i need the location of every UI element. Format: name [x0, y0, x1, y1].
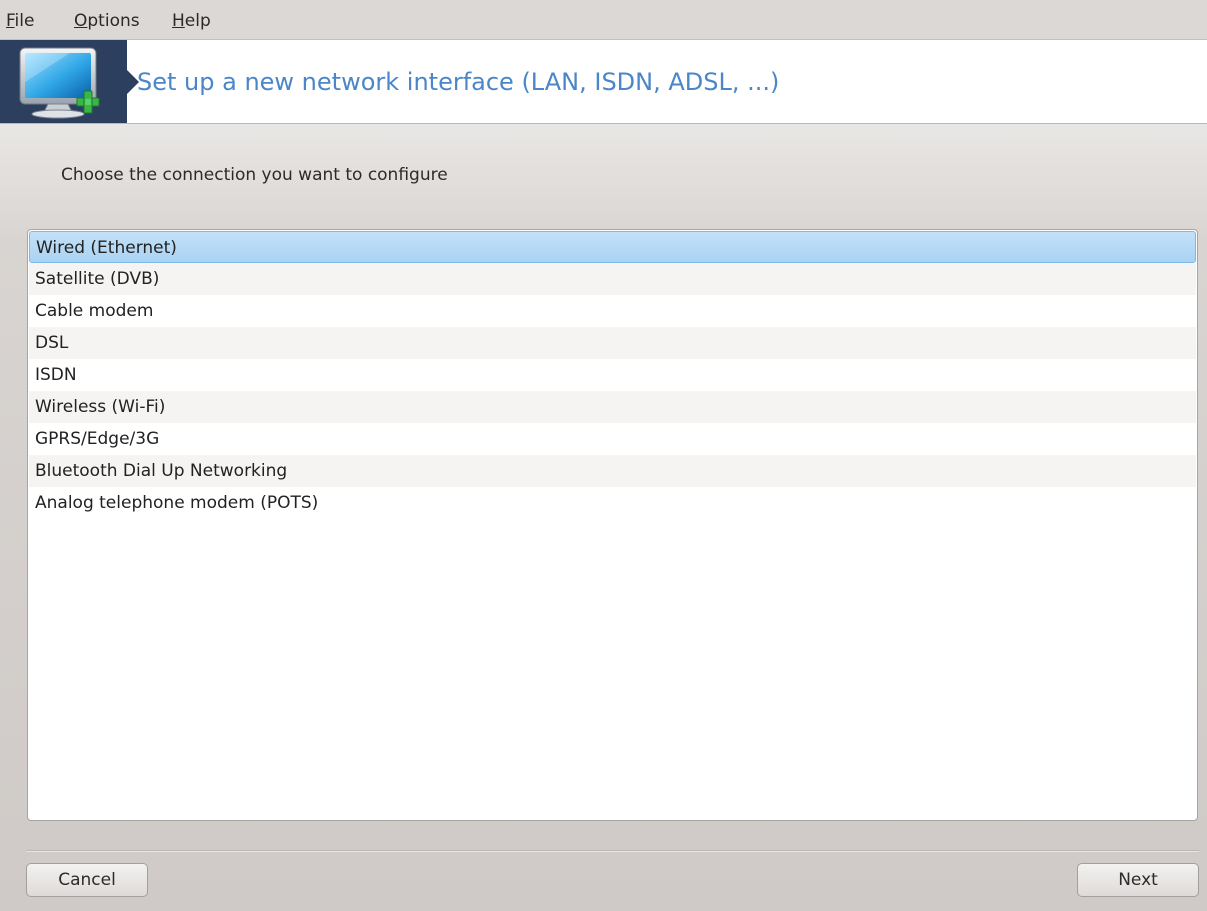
menu-help-mnemonic: H: [172, 11, 185, 31]
list-item-dsl[interactable]: DSL: [29, 327, 1196, 359]
page-title: Set up a new network interface (LAN, ISD…: [137, 68, 780, 96]
menu-help-label: elp: [184, 11, 211, 31]
list-item-wireless-wifi[interactable]: Wireless (Wi-Fi): [29, 391, 1196, 423]
menu-bar: File Options Help: [0, 0, 1207, 40]
list-item-isdn[interactable]: ISDN: [29, 359, 1196, 391]
connection-type-list[interactable]: Wired (Ethernet) Satellite (DVB) Cable m…: [27, 229, 1198, 821]
menu-help[interactable]: Help: [172, 11, 211, 31]
list-item-gprs-edge-3g[interactable]: GPRS/Edge/3G: [29, 423, 1196, 455]
next-button[interactable]: Next: [1077, 863, 1199, 897]
list-item-cable-modem[interactable]: Cable modem: [29, 295, 1196, 327]
list-item-analog-modem[interactable]: Analog telephone modem (POTS): [29, 487, 1196, 519]
cancel-button[interactable]: Cancel: [26, 863, 148, 897]
menu-file[interactable]: File: [6, 11, 34, 31]
menu-file-label: ile: [14, 11, 35, 31]
list-item-satellite-dvb[interactable]: Satellite (DVB): [29, 263, 1196, 295]
menu-file-mnemonic: F: [6, 11, 15, 31]
list-item-bluetooth-dun[interactable]: Bluetooth Dial Up Networking: [29, 455, 1196, 487]
footer-separator: [26, 850, 1199, 852]
list-item-wired-ethernet[interactable]: Wired (Ethernet): [29, 231, 1196, 263]
menu-options[interactable]: Options: [74, 11, 140, 31]
instruction-label: Choose the connection you want to config…: [61, 165, 448, 185]
menu-options-mnemonic: O: [74, 11, 88, 31]
monitor-add-icon: [19, 47, 100, 119]
header-banner: Set up a new network interface (LAN, ISD…: [0, 40, 1207, 124]
menu-options-label: ptions: [87, 11, 140, 31]
banner-logo: [0, 40, 127, 123]
